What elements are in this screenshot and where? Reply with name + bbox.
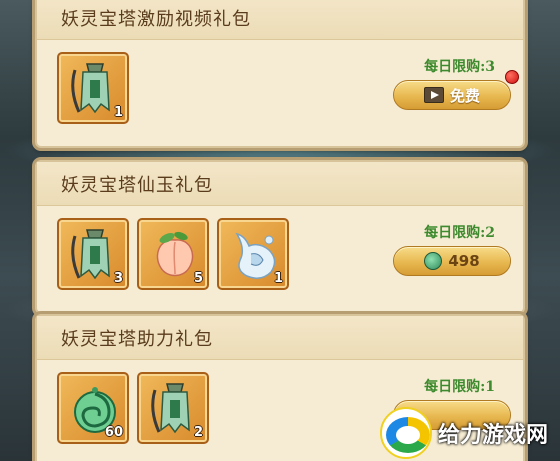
- item-count: 1: [113, 105, 123, 120]
- panel-body: 1 每日限购:3 免费: [37, 40, 523, 146]
- free-video-button[interactable]: 免费: [393, 80, 511, 110]
- video-play-icon: [423, 87, 444, 103]
- panel-body: 3 5 1 每日限购:2 498: [37, 206, 523, 312]
- item-slot[interactable]: 5: [137, 218, 209, 290]
- button-label: 498: [448, 252, 480, 270]
- item-list: 60 2: [57, 372, 209, 444]
- gift-pack-panel-video: 妖灵宝塔激励视频礼包 1 每日限购:3 免费: [35, 0, 525, 148]
- daily-limit-label: 每日限购:3: [424, 59, 495, 75]
- panel-header: 妖灵宝塔仙玉礼包: [37, 162, 523, 206]
- pack-title: 妖灵宝塔激励视频礼包: [61, 8, 251, 30]
- site-watermark: 给力游戏网: [380, 405, 560, 461]
- item-slot[interactable]: 60: [57, 372, 129, 444]
- panel-header: 妖灵宝塔助力礼包: [37, 316, 523, 360]
- item-count: 2: [193, 425, 203, 440]
- item-count: 3: [113, 271, 123, 286]
- panel-header: 妖灵宝塔激励视频礼包: [37, 0, 523, 40]
- daily-limit-label: 每日限购:2: [424, 225, 495, 241]
- item-slot[interactable]: 3: [57, 218, 129, 290]
- notification-dot-icon: [505, 70, 519, 84]
- site-logo-icon: [380, 407, 432, 459]
- button-label: 免费: [449, 86, 480, 105]
- item-slot[interactable]: 1: [57, 52, 129, 124]
- item-count: 1: [273, 271, 283, 286]
- item-slot[interactable]: 2: [137, 372, 209, 444]
- item-list: 3 5 1: [57, 218, 289, 290]
- watermark-text: 给力游戏网: [438, 423, 549, 448]
- pack-title: 妖灵宝塔仙玉礼包: [61, 174, 213, 196]
- pack-title: 妖灵宝塔助力礼包: [61, 328, 213, 350]
- item-count: 5: [193, 271, 203, 286]
- gift-pack-panel-jade: 妖灵宝塔仙玉礼包 3 5 1 每日限购:2 498: [35, 160, 525, 314]
- buy-with-jade-button[interactable]: 498: [393, 246, 511, 276]
- item-slot[interactable]: 1: [217, 218, 289, 290]
- item-count: 60: [104, 425, 123, 440]
- daily-limit-label: 每日限购:1: [424, 379, 495, 395]
- item-list: 1: [57, 52, 129, 124]
- jade-currency-icon: [424, 252, 443, 270]
